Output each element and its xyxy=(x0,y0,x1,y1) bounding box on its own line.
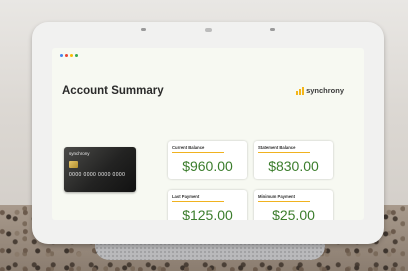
card-brand: synchrony xyxy=(69,151,90,156)
tile-label: Current Balance xyxy=(172,145,205,150)
tile-label: Minimum Payment xyxy=(258,194,295,199)
smart-display: Account Summary synchrony synchrony 0000… xyxy=(32,22,384,244)
tile-label: Statement Balance xyxy=(258,145,296,150)
camera-icon xyxy=(205,28,212,32)
tile-label: Last Payment xyxy=(172,194,200,199)
synchrony-logo: synchrony xyxy=(296,86,344,95)
tile-amount: $830.00 xyxy=(268,158,319,174)
tile-divider xyxy=(258,152,310,153)
right-sensor xyxy=(270,28,275,31)
tile-amount: $25.00 xyxy=(272,207,315,220)
minimum-payment-tile[interactable]: Minimum Payment $25.00 xyxy=(254,190,333,220)
display-screen: Account Summary synchrony synchrony 0000… xyxy=(52,48,364,220)
tile-divider xyxy=(172,152,224,153)
current-balance-tile[interactable]: Current Balance $960.00 xyxy=(168,141,247,179)
assistant-dots-icon xyxy=(60,54,78,57)
tile-amount: $125.00 xyxy=(182,207,233,220)
credit-card-image: synchrony 0000 0000 0000 0000 xyxy=(64,147,136,192)
tile-divider xyxy=(172,201,224,202)
logo-text: synchrony xyxy=(306,86,344,95)
chip-icon xyxy=(69,161,78,168)
card-number: 0000 0000 0000 0000 xyxy=(69,172,126,178)
page-title: Account Summary xyxy=(62,85,164,97)
tile-amount: $960.00 xyxy=(182,158,233,174)
statement-balance-tile[interactable]: Statement Balance $830.00 xyxy=(254,141,333,179)
left-sensor xyxy=(141,28,146,31)
last-payment-tile[interactable]: Last Payment $125.00 xyxy=(168,190,247,220)
synchrony-mark-icon xyxy=(296,86,305,95)
tile-divider xyxy=(258,201,310,202)
